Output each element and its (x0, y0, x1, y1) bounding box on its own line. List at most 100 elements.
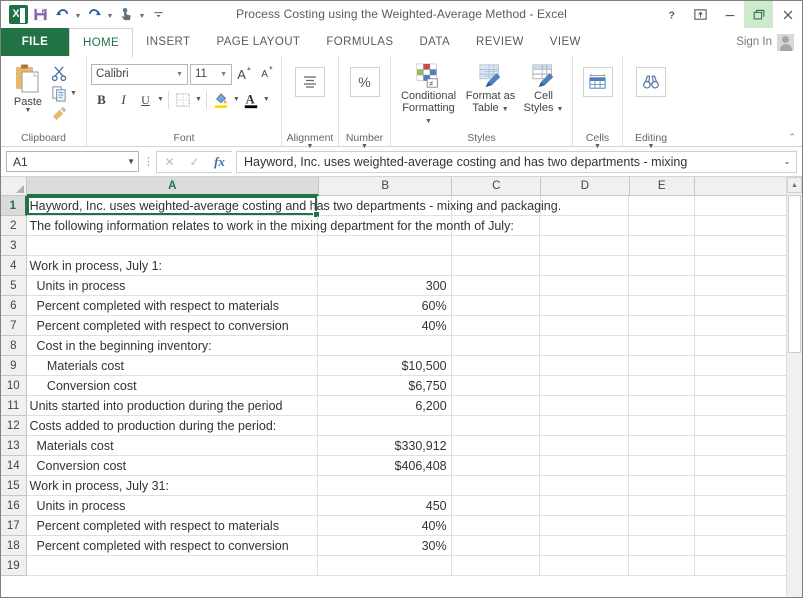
cell-A13[interactable]: Materials cost (27, 436, 319, 456)
cell-B15[interactable] (318, 476, 451, 496)
format-as-table-button[interactable]: Format as Table ▼ (465, 61, 517, 114)
row-header-18[interactable]: 18 (1, 536, 27, 556)
cell-styles-button[interactable]: Cell Styles ▼ (522, 61, 566, 114)
cell-A12[interactable]: Costs added to production during the per… (27, 416, 319, 436)
cell-E5[interactable] (629, 276, 694, 296)
conditional-formatting-dropdown-icon[interactable]: ▼ (425, 118, 432, 125)
number-dropdown-icon[interactable]: ▼ (341, 144, 388, 150)
cell-F17[interactable] (695, 516, 786, 536)
cell-B18[interactable]: 30% (318, 536, 451, 556)
row-header-7[interactable]: 7 (1, 316, 27, 336)
cell-F14[interactable] (695, 456, 786, 476)
cell-A7[interactable]: Percent completed with respect to conver… (27, 316, 319, 336)
alignment-dropdown-icon[interactable]: ▼ (284, 144, 336, 150)
bold-button[interactable]: B (91, 90, 112, 111)
cell-D3[interactable] (540, 236, 629, 256)
cell-C5[interactable] (452, 276, 541, 296)
cell-D9[interactable] (540, 356, 629, 376)
cell-D7[interactable] (540, 316, 629, 336)
cell-E4[interactable] (629, 256, 694, 276)
cell-B12[interactable] (318, 416, 451, 436)
cell-C13[interactable] (452, 436, 541, 456)
shrink-font-button[interactable]: A▼ (257, 64, 278, 85)
column-header-e[interactable]: E (630, 177, 695, 196)
font-size-combo[interactable]: 11 ▼ (190, 64, 232, 85)
fill-color-button[interactable] (211, 90, 232, 111)
cell-F3[interactable] (695, 236, 786, 256)
cell-D13[interactable] (540, 436, 629, 456)
cell-F6[interactable] (695, 296, 786, 316)
cancel-formula-button[interactable]: ✕ (157, 152, 182, 172)
cell-A9[interactable]: Materials cost (27, 356, 319, 376)
copy-dropdown-icon[interactable]: ▼ (70, 91, 77, 97)
cell-B16[interactable]: 450 (318, 496, 451, 516)
expand-formula-bar-icon[interactable]: ⌄ (780, 157, 794, 166)
cell-A8[interactable]: Cost in the beginning inventory: (27, 336, 319, 356)
cell-C9[interactable] (452, 356, 541, 376)
cell-B13[interactable]: $330,912 (318, 436, 451, 456)
font-size-chevron-down-icon[interactable]: ▼ (218, 71, 229, 78)
cell-F4[interactable] (695, 256, 786, 276)
underline-dropdown-icon[interactable]: ▼ (157, 97, 164, 103)
cell-B14[interactable]: $406,408 (318, 456, 451, 476)
copy-button[interactable]: ▼ (51, 84, 77, 103)
cell-B7[interactable]: 40% (318, 316, 451, 336)
format-as-table-dropdown-icon[interactable]: ▼ (502, 106, 509, 113)
cell-E13[interactable] (629, 436, 694, 456)
column-header-c[interactable]: C (452, 177, 541, 196)
tab-data[interactable]: DATA (406, 28, 463, 56)
cell-A3[interactable] (27, 236, 319, 256)
cell-D6[interactable] (540, 296, 629, 316)
cell-B11[interactable]: 6,200 (318, 396, 451, 416)
cell-E18[interactable] (629, 536, 694, 556)
cell-E9[interactable] (629, 356, 694, 376)
cell-C8[interactable] (452, 336, 541, 356)
cell-D2[interactable] (540, 216, 629, 236)
cell-C7[interactable] (452, 316, 541, 336)
cell-D19[interactable] (540, 556, 629, 576)
cell-B3[interactable] (318, 236, 451, 256)
tab-page-layout[interactable]: PAGE LAYOUT (203, 28, 313, 56)
format-painter-button[interactable] (51, 104, 77, 123)
cell-D18[interactable] (540, 536, 629, 556)
cell-B4[interactable] (318, 256, 451, 276)
cell-D5[interactable] (540, 276, 629, 296)
tab-review[interactable]: REVIEW (463, 28, 537, 56)
cell-A14[interactable]: Conversion cost (27, 456, 319, 476)
cell-E14[interactable] (629, 456, 694, 476)
name-box[interactable]: A1 ▼ (6, 151, 139, 172)
cell-styles-dropdown-icon[interactable]: ▼ (557, 106, 564, 113)
collapse-ribbon-icon[interactable]: ⌃ (788, 132, 796, 143)
ribbon-group-number[interactable]: % Number ▼ (339, 56, 391, 146)
row-header-5[interactable]: 5 (1, 276, 27, 296)
cell-E2[interactable] (629, 216, 694, 236)
cell-F9[interactable] (695, 356, 786, 376)
row-header-13[interactable]: 13 (1, 436, 27, 456)
cell-F2[interactable] (695, 216, 786, 236)
grow-font-button[interactable]: A▲ (234, 64, 255, 85)
cell-A1[interactable]: Hayword, Inc. uses weighted-average cost… (27, 196, 319, 216)
ribbon-group-alignment[interactable]: Alignment ▼ (282, 56, 339, 146)
cell-C12[interactable] (452, 416, 541, 436)
cells-dropdown-icon[interactable]: ▼ (575, 144, 620, 150)
row-header-2[interactable]: 2 (1, 216, 27, 236)
row-header-8[interactable]: 8 (1, 336, 27, 356)
tab-insert[interactable]: INSERT (133, 28, 203, 56)
cell-A17[interactable]: Percent completed with respect to materi… (27, 516, 319, 536)
cell-D11[interactable] (540, 396, 629, 416)
cell-A2[interactable]: The following information relates to wor… (27, 216, 319, 236)
column-header-d[interactable]: D (541, 177, 630, 196)
cell-C16[interactable] (452, 496, 541, 516)
cell-A10[interactable]: Conversion cost (27, 376, 319, 396)
cell-B17[interactable]: 40% (318, 516, 451, 536)
font-name-combo[interactable]: Calibri ▼ (91, 64, 188, 85)
cell-F8[interactable] (695, 336, 786, 356)
cell-E15[interactable] (629, 476, 694, 496)
row-header-4[interactable]: 4 (1, 256, 27, 276)
cell-A11[interactable]: Units started into production during the… (27, 396, 319, 416)
cell-F13[interactable] (695, 436, 786, 456)
vertical-scrollbar[interactable]: ▲ (786, 177, 802, 597)
cell-D4[interactable] (540, 256, 629, 276)
cell-B6[interactable]: 60% (318, 296, 451, 316)
paste-button[interactable]: Paste ▼ (5, 61, 51, 114)
